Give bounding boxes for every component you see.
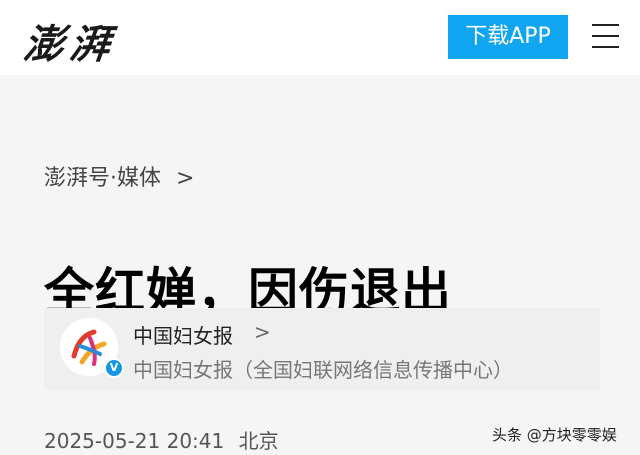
article-meta: 2025-05-21 20:41 北京 <box>44 425 279 454</box>
top-header: 澎湃 下载APP <box>0 0 640 75</box>
author-description: 中国妇女报（全国妇联网络信息传播中心） <box>133 358 513 382</box>
chevron-right-icon: > <box>254 320 271 344</box>
publish-date: 2025-05-21 20:41 <box>44 429 225 453</box>
publish-location: 北京 <box>238 429 279 453</box>
chevron-right-icon: > <box>176 166 195 191</box>
verified-badge-icon: V <box>104 358 124 378</box>
hamburger-menu-icon[interactable] <box>592 23 619 49</box>
site-logo[interactable]: 澎湃 <box>21 12 119 70</box>
author-name[interactable]: 中国妇女报 <box>133 320 233 349</box>
author-avatar[interactable]: V <box>60 318 124 378</box>
download-app-button[interactable]: 下载APP <box>448 15 568 59</box>
menu-line <box>592 46 619 48</box>
breadcrumb[interactable]: 澎湃号·媒体 > <box>44 160 194 192</box>
breadcrumb-label: 澎湃号·媒体 <box>44 166 161 191</box>
menu-line <box>592 24 619 26</box>
menu-line <box>592 35 619 37</box>
author-card[interactable]: V 中国妇女报 > 中国妇女报（全国妇联网络信息传播中心） <box>44 308 600 390</box>
watermark: 头条 @方块零零娱 <box>492 426 617 444</box>
